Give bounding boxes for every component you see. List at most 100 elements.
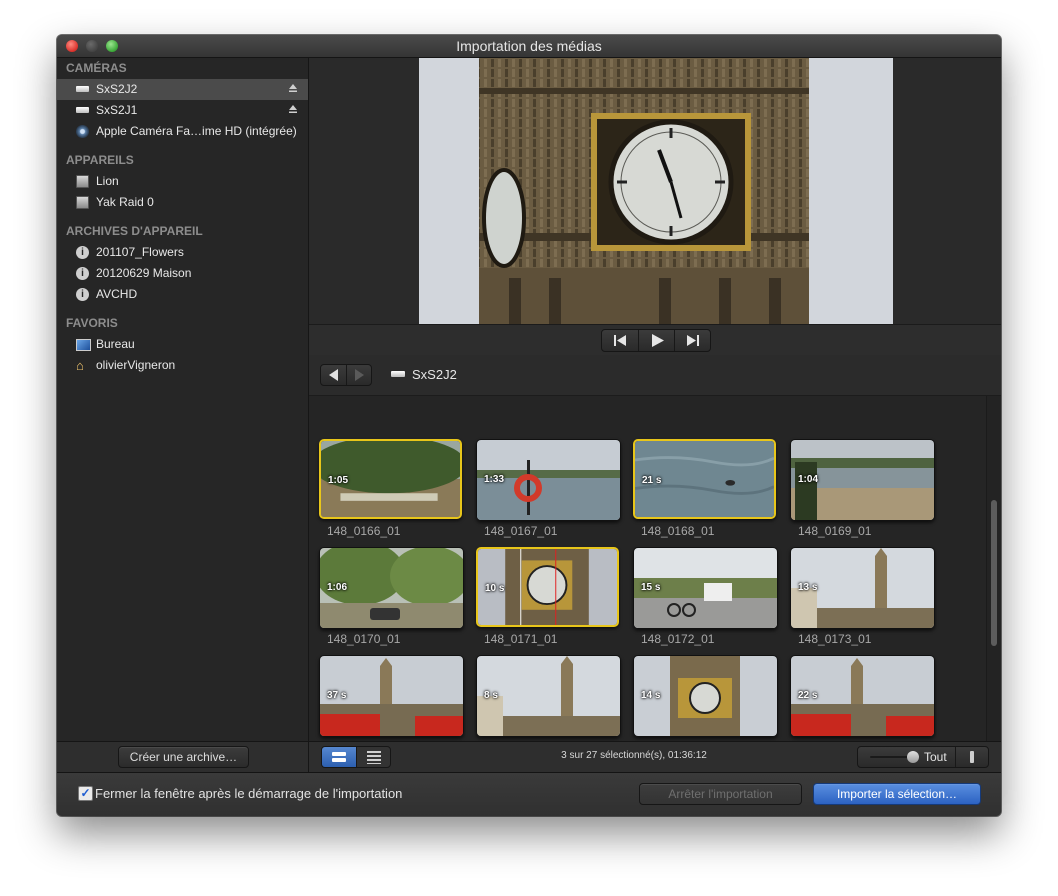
minimize-window-button[interactable] (86, 40, 98, 52)
go-to-end-icon[interactable] (674, 330, 711, 351)
eject-icon[interactable] (288, 104, 298, 114)
sidebar-item-lion[interactable]: Lion (57, 171, 308, 192)
sidebar-item-facetime-camera[interactable]: Apple Caméra Fa…ime HD (intégrée) (57, 121, 308, 142)
clip-thumbnail[interactable]: 21 s (633, 439, 776, 519)
clip-duration: 8 s (484, 690, 498, 701)
clip-duration: 10 s (485, 583, 505, 594)
section-devices-title: APPAREILS (66, 153, 134, 167)
clip-name: 148_0168_01 (641, 524, 715, 538)
clip-thumbnail[interactable]: 10 s (476, 547, 619, 627)
bottom-bar: ✓ Fermer la fenêtre après le démarrage d… (57, 772, 1001, 816)
go-to-start-icon[interactable] (602, 330, 638, 351)
clip-thumbnail[interactable]: 37 s (319, 655, 464, 737)
sidebar-item-sxs2j1[interactable]: SxS2J1 (57, 100, 308, 121)
sidebar-item-archive-avchd[interactable]: i AVCHD (57, 284, 308, 305)
clip-duration: 1:05 (328, 475, 349, 486)
clip-duration: 1:06 (327, 582, 348, 593)
clip-thumbnail[interactable]: 13 s (790, 547, 935, 629)
close-window-checkbox[interactable]: ✓ (78, 786, 93, 801)
clip-thumbnail[interactable]: 15 s (633, 547, 778, 629)
clip-duration: 22 s (798, 690, 818, 701)
clip-duration: 14 s (641, 690, 661, 701)
drive-icon (76, 86, 89, 92)
drive-icon (76, 107, 89, 113)
import-window: Importation des médias CAMÉRAS SxS2J2 Sx… (57, 35, 1001, 816)
import-selection-button[interactable]: Importer la sélection… (813, 783, 981, 805)
play-icon[interactable] (638, 330, 675, 351)
zoom-label: Tout (924, 750, 947, 764)
current-location: SxS2J2 (412, 367, 457, 382)
desktop-icon (76, 339, 91, 351)
eject-icon[interactable] (288, 83, 298, 93)
transport-controls (601, 329, 711, 352)
clip-name: 148_0170_01 (327, 632, 401, 646)
vertical-scrollbar[interactable] (986, 396, 1001, 741)
section-cameras-title: CAMÉRAS (66, 61, 127, 75)
selection-status: 3 sur 27 sélectionné(s), 01:36:12 (561, 750, 707, 761)
forward-arrow-icon[interactable] (346, 365, 372, 385)
sidebar-item-archive-flowers[interactable]: i 201107_Flowers (57, 242, 308, 263)
archive-icon: i (76, 288, 89, 301)
window-title: Importation des médias (456, 38, 602, 54)
clip-thumbnail[interactable]: 1:06 (319, 547, 464, 629)
archive-icon: i (76, 267, 89, 280)
sidebar-footer: Créer une archive… (57, 741, 309, 772)
title-bar: Importation des médias (57, 35, 1001, 58)
sidebar-item-label: SxS2J1 (96, 103, 138, 117)
clip-name: 148_0166_01 (327, 524, 401, 538)
hard-disk-icon (76, 196, 89, 209)
sidebar-item-label: Yak Raid 0 (96, 195, 154, 209)
clip-duration: 1:04 (798, 474, 819, 485)
clip-thumbnail[interactable]: 8 s (476, 655, 621, 737)
clip-duration: 1:33 (484, 474, 505, 485)
sidebar-item-label: 20120629 Maison (96, 266, 192, 280)
preview-area (309, 58, 1001, 324)
sidebar-item-yak-raid[interactable]: Yak Raid 0 (57, 192, 308, 213)
sidebar-item-label: SxS2J2 (96, 82, 138, 96)
clip-duration: 15 s (641, 582, 661, 593)
sidebar-item-sxs2j2[interactable]: SxS2J2 (57, 79, 308, 100)
view-mode-toggle (321, 746, 391, 768)
filmstrip-view-icon[interactable] (322, 747, 356, 767)
sidebar-item-label: 201107_Flowers (96, 245, 184, 259)
webcam-icon (76, 125, 89, 138)
clip-thumbnail[interactable]: 1:04 (790, 439, 935, 521)
preview-image (419, 58, 893, 324)
clip-name: 148_0172_01 (641, 632, 715, 646)
transport-bar (309, 324, 1001, 356)
browser-header: SxS2J2 (309, 355, 1001, 396)
clip-thumbnail[interactable]: 1:05 (319, 439, 462, 519)
clip-browser: 1:05 148_0166_01 1:33 148_0167_01 21 s 148_01… (309, 396, 1001, 741)
sidebar-item-label: AVCHD (96, 287, 138, 301)
close-window-label: Fermer la fenêtre après le démarrage de … (95, 786, 403, 801)
stop-import-button[interactable]: Arrêter l'importation (639, 783, 802, 805)
clip-name: 148_0169_01 (798, 524, 872, 538)
zoom-window-button[interactable] (106, 40, 118, 52)
sidebar-item-label: olivierVigneron (96, 358, 176, 372)
clip-thumbnail[interactable]: 22 s (790, 655, 935, 737)
sidebar-item-archive-maison[interactable]: i 20120629 Maison (57, 263, 308, 284)
clip-thumbnail[interactable]: 14 s (633, 655, 778, 737)
sidebar-item-label: Bureau (96, 337, 135, 351)
zoom-control: Tout (857, 746, 989, 768)
browser-footer: 3 sur 27 sélectionné(s), 01:36:12 Tout (309, 741, 1001, 772)
back-arrow-icon[interactable] (321, 365, 346, 385)
close-window-button[interactable] (66, 40, 78, 52)
scrollbar-thumb[interactable] (991, 500, 997, 646)
sidebar-item-home[interactable]: ⌂ olivierVigneron (57, 355, 308, 376)
clip-thumbnail[interactable]: 1:33 (476, 439, 621, 521)
sidebar-item-label: Apple Caméra Fa…ime HD (intégrée) (96, 124, 297, 138)
zoom-slider-knob[interactable] (907, 751, 919, 763)
section-favorites-title: FAVORIS (66, 316, 118, 330)
clip-name: 148_0171_01 (484, 632, 558, 646)
clip-height-icon[interactable] (956, 747, 988, 767)
sidebar: CAMÉRAS SxS2J2 SxS2J1 Apple Caméra Fa…im… (57, 58, 309, 741)
navigation-buttons (320, 364, 372, 386)
clip-name: 148_0173_01 (798, 632, 872, 646)
list-view-icon[interactable] (356, 747, 391, 767)
hard-disk-icon (76, 175, 89, 188)
section-archives-title: ARCHIVES D'APPAREIL (66, 224, 203, 238)
clip-duration: 37 s (327, 690, 347, 701)
create-archive-button[interactable]: Créer une archive… (118, 746, 249, 768)
sidebar-item-bureau[interactable]: Bureau (57, 334, 308, 355)
